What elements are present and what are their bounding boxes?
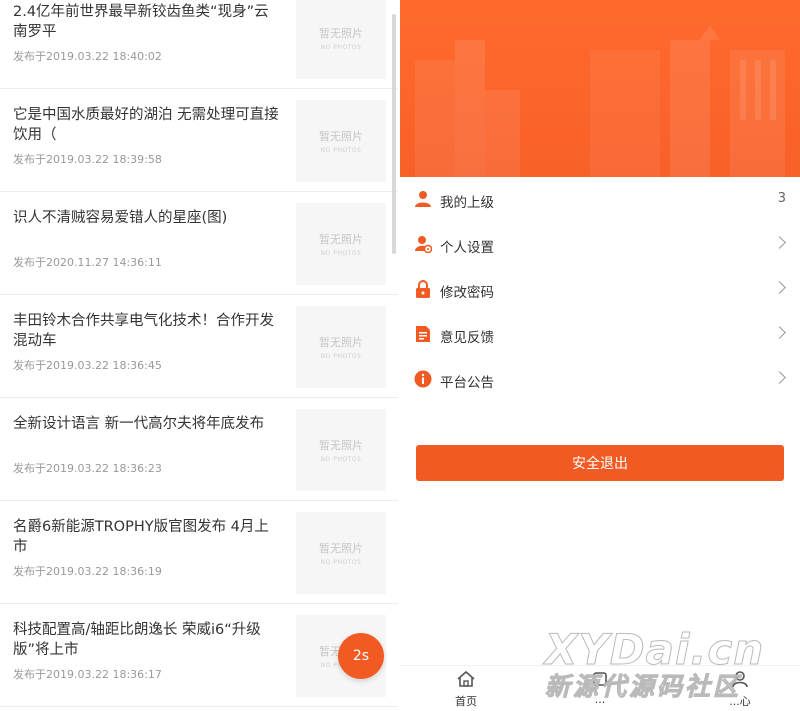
logout-button[interactable]: 安全退出 — [416, 445, 784, 481]
news-thumbnail[interactable]: 暂无照片 NO PHOTOS — [296, 0, 386, 79]
news-title[interactable]: 识人不清贼容易爱错人的星座(图) — [13, 208, 283, 228]
tab-label: ... — [594, 693, 606, 706]
menu-item-feedback[interactable]: 意见反馈 — [400, 313, 800, 358]
news-list: 2.4亿年前世界最早新铰齿鱼类“现身”云南罗平 发布于2019.03.22 18… — [0, 0, 398, 707]
news-thumbnail[interactable]: 暂无照片 NO PHOTOS — [296, 409, 386, 491]
user-settings-icon — [415, 236, 432, 253]
thumb-placeholder-text: 暂无照片 — [319, 27, 363, 40]
thumb-placeholder-subtext: NO PHOTOS — [320, 353, 362, 360]
menu-label: 修改密码 — [440, 285, 494, 301]
news-title[interactable]: 名爵6新能源TROPHY版官图发布 4月上市 — [13, 517, 283, 557]
thumb-placeholder-text: 暂无照片 — [319, 233, 363, 246]
thumb-placeholder-subtext: NO PHOTOS — [320, 456, 362, 463]
menu-item-personal-settings[interactable]: 个人设置 — [400, 223, 800, 268]
news-title[interactable]: 科技配置高/轴距比朗逸长 荣威i6“升级版”将上市 — [13, 620, 283, 660]
chevron-right-icon — [773, 236, 786, 249]
profile-menu: 我的上级 3 个人设置 修改密码 意见反馈 平台公告 — [400, 178, 800, 403]
thumb-placeholder-subtext: NO PHOTOS — [320, 147, 362, 154]
news-item[interactable]: 它是中国水质最好的湖泊 无需处理可直接饮用（ 发布于2019.03.22 18:… — [0, 89, 398, 192]
news-time: 发布于2019.03.22 18:36:17 — [13, 668, 162, 681]
news-title[interactable]: 它是中国水质最好的湖泊 无需处理可直接饮用（ — [13, 105, 283, 145]
news-thumbnail[interactable]: 暂无照片 NO PHOTOS — [296, 306, 386, 388]
lock-icon — [416, 280, 430, 298]
thumb-placeholder-text: 暂无照片 — [319, 336, 363, 349]
tab-label: ...心 — [729, 695, 751, 708]
news-time: 发布于2019.03.22 18:36:23 — [13, 462, 162, 475]
news-time: 发布于2019.03.22 18:36:45 — [13, 359, 162, 372]
menu-item-change-password[interactable]: 修改密码 — [400, 268, 800, 313]
superior-count: 3 — [777, 191, 786, 206]
user-icon — [415, 191, 431, 207]
user-center-icon — [732, 671, 748, 688]
thumb-placeholder-text: 暂无照片 — [319, 130, 363, 143]
news-item[interactable]: 全新设计语言 新一代高尔夫将年底发布 发布于2019.03.22 18:36:2… — [0, 398, 398, 501]
info-icon — [414, 370, 432, 388]
news-thumbnail[interactable]: 暂无照片 NO PHOTOS — [296, 100, 386, 182]
news-title[interactable]: 丰田铃木合作共享电气化技术！合作开发混动车 — [13, 311, 283, 351]
news-time: 发布于2019.03.22 18:36:19 — [13, 565, 162, 578]
menu-item-announcements[interactable]: 平台公告 — [400, 358, 800, 403]
news-item[interactable]: 丰田铃木合作共享电气化技术！合作开发混动车 发布于2019.03.22 18:3… — [0, 295, 398, 398]
chevron-right-icon — [773, 371, 786, 384]
tab-middle[interactable]: ... — [560, 670, 640, 706]
news-time: 发布于2019.03.22 18:39:58 — [13, 153, 162, 166]
thumb-placeholder-subtext: NO PHOTOS — [320, 44, 362, 51]
tab-user-center[interactable]: ...心 — [700, 670, 780, 709]
news-thumbnail[interactable]: 暂无照片 NO PHOTOS — [296, 512, 386, 594]
feedback-document-icon — [416, 326, 430, 342]
menu-label: 意见反馈 — [440, 330, 494, 346]
news-item[interactable]: 名爵6新能源TROPHY版官图发布 4月上市 发布于2019.03.22 18:… — [0, 501, 398, 604]
list-scrollbar[interactable] — [392, 14, 396, 254]
news-title[interactable]: 2.4亿年前世界最早新铰齿鱼类“现身”云南罗平 — [13, 2, 283, 42]
city-skyline-illustration — [415, 25, 785, 177]
chevron-right-icon — [773, 281, 786, 294]
menu-item-superior[interactable]: 我的上级 3 — [400, 178, 800, 223]
thumb-placeholder-text: 暂无照片 — [319, 542, 363, 555]
menu-label: 平台公告 — [440, 375, 494, 391]
thumb-placeholder-subtext: NO PHOTOS — [320, 250, 362, 257]
menu-label: 个人设置 — [440, 240, 494, 256]
news-thumbnail[interactable]: 暂无照片 NO PHOTOS — [296, 203, 386, 285]
home-icon — [457, 670, 475, 687]
news-item[interactable]: 识人不清贼容易爱错人的星座(图) 发布于2020.11.27 14:36:11 … — [0, 192, 398, 295]
profile-banner — [400, 0, 800, 177]
news-title[interactable]: 全新设计语言 新一代高尔夫将年底发布 — [13, 414, 283, 434]
tab-icon — [593, 672, 607, 686]
news-time: 发布于2020.11.27 14:36:11 — [13, 256, 162, 269]
menu-label: 我的上级 — [440, 195, 494, 211]
tab-label: 首页 — [455, 695, 477, 708]
chevron-right-icon — [773, 326, 786, 339]
news-item[interactable]: 2.4亿年前世界最早新铰齿鱼类“现身”云南罗平 发布于2019.03.22 18… — [0, 0, 398, 89]
countdown-timer-button[interactable]: 2s — [338, 633, 384, 679]
profile-panel: 我的上级 3 个人设置 修改密码 意见反馈 平台公告 安全退出 首页 ... .… — [400, 0, 800, 711]
thumb-placeholder-subtext: NO PHOTOS — [320, 559, 362, 566]
thumb-placeholder-text: 暂无照片 — [319, 439, 363, 452]
news-panel: 2.4亿年前世界最早新铰齿鱼类“现身”云南罗平 发布于2019.03.22 18… — [0, 0, 398, 711]
tab-home[interactable]: 首页 — [426, 670, 506, 709]
bottom-tab-bar: 首页 ... ...心 — [400, 665, 800, 711]
news-time: 发布于2019.03.22 18:40:02 — [13, 50, 162, 63]
